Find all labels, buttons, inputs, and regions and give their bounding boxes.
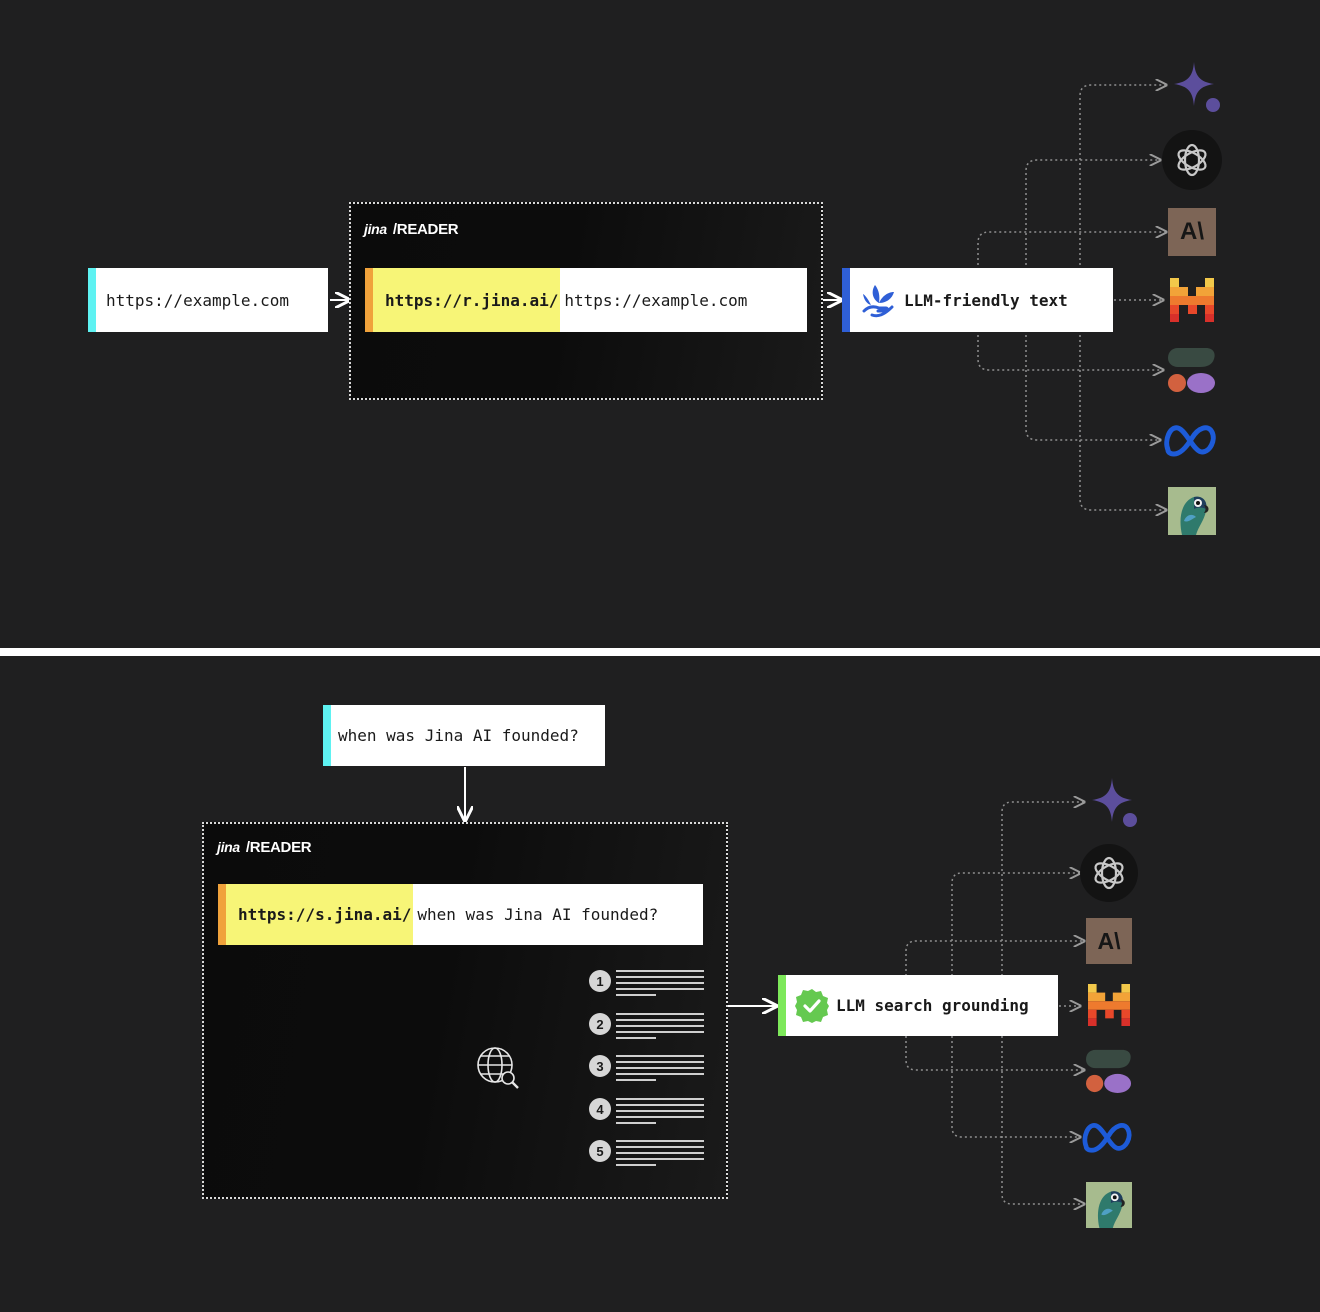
query-box[interactable]: when was Jina AI founded? bbox=[323, 705, 605, 766]
jina-logo: jina bbox=[364, 221, 387, 237]
cohere-icon bbox=[1084, 1048, 1134, 1094]
reader-path: /READER bbox=[392, 221, 459, 238]
gemini-icon bbox=[1168, 60, 1224, 116]
reader-suffix: https://example.com bbox=[564, 290, 748, 310]
reader-prefix: https://r.jina.ai/ bbox=[373, 268, 561, 332]
panel-divider bbox=[0, 648, 1320, 656]
reader-brand: jina/READER bbox=[217, 839, 312, 856]
orange-accent-bar bbox=[365, 268, 373, 332]
anthropic-icon: A\ bbox=[1086, 918, 1132, 964]
result-snippet bbox=[616, 1140, 704, 1170]
cyan-accent-bar bbox=[323, 705, 331, 766]
reader-url-box[interactable]: https://r.jina.ai/ https://example.com bbox=[365, 268, 807, 332]
llama-parrot-icon bbox=[1168, 487, 1216, 535]
search-prefix: https://s.jina.ai/ bbox=[226, 884, 414, 945]
output-label: LLM-friendly text bbox=[904, 290, 1068, 310]
input-url-text: https://example.com bbox=[106, 290, 290, 310]
blue-accent-bar bbox=[842, 268, 850, 332]
llama-parrot-icon bbox=[1086, 1182, 1132, 1228]
meta-icon bbox=[1080, 1118, 1136, 1156]
result-snippet bbox=[616, 1098, 704, 1128]
meta-icon bbox=[1162, 420, 1220, 460]
input-url-box[interactable]: https://example.com bbox=[88, 268, 328, 332]
reader-path: /READER bbox=[245, 839, 312, 856]
openai-icon bbox=[1162, 130, 1222, 190]
reader-diagram-panel: https://example.com jina/READER https://… bbox=[0, 0, 1320, 648]
cohere-icon bbox=[1166, 346, 1218, 394]
grounding-box: LLM search grounding bbox=[778, 975, 1058, 1036]
query-text: when was Jina AI founded? bbox=[338, 726, 579, 745]
green-accent-bar bbox=[778, 975, 786, 1036]
result-snippet bbox=[616, 1055, 704, 1085]
result-snippet bbox=[616, 1013, 704, 1043]
search-url-box[interactable]: https://s.jina.ai/ when was Jina AI foun… bbox=[218, 884, 703, 945]
mistral-icon bbox=[1170, 278, 1214, 322]
cyan-accent-bar bbox=[88, 268, 96, 332]
globe-search-icon bbox=[477, 1047, 519, 1089]
search-reader-box: jina/READER https://s.jina.ai/ when was … bbox=[202, 822, 728, 1199]
openai-icon bbox=[1080, 844, 1138, 902]
result-number: 1 bbox=[589, 970, 611, 992]
grounding-label: LLM search grounding bbox=[836, 996, 1029, 1015]
reader-box: jina/READER https://r.jina.ai/ https://e… bbox=[349, 202, 823, 400]
anthropic-icon: A\ bbox=[1168, 208, 1216, 256]
result-number: 4 bbox=[589, 1098, 611, 1120]
check-badge-icon bbox=[795, 988, 829, 1023]
search-suffix: when was Jina AI founded? bbox=[417, 905, 659, 924]
search-diagram-panel: when was Jina AI founded? jina/READER ht… bbox=[0, 656, 1320, 1312]
reader-brand: jina/READER bbox=[364, 221, 459, 238]
result-number: 3 bbox=[589, 1055, 611, 1077]
orange-accent-bar bbox=[218, 884, 226, 945]
jina-logo: jina bbox=[217, 839, 240, 855]
result-number: 5 bbox=[589, 1140, 611, 1162]
result-snippet bbox=[616, 970, 704, 1000]
output-box: LLM-friendly text bbox=[842, 268, 1113, 332]
mistral-icon bbox=[1088, 984, 1130, 1026]
result-number: 2 bbox=[589, 1013, 611, 1035]
hand-sprout-icon bbox=[862, 285, 894, 318]
gemini-icon bbox=[1086, 776, 1142, 832]
